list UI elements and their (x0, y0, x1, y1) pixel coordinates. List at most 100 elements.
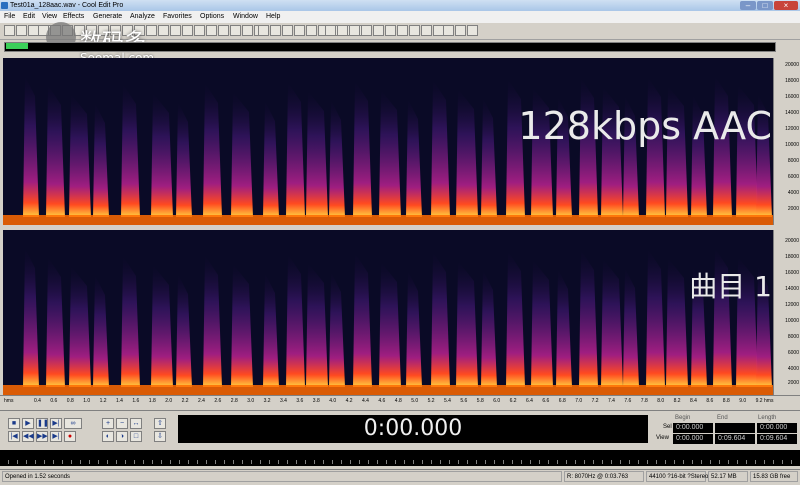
menu-generate[interactable]: Generate (93, 11, 122, 23)
toolbar-tool-icon[interactable] (230, 25, 241, 36)
level-tick (701, 460, 702, 464)
spectrogram-burst (69, 94, 91, 217)
toolbar-tool-icon[interactable] (385, 25, 396, 36)
zoom-vertical-in-icon[interactable]: ⇧ (154, 418, 166, 429)
level-tick (782, 460, 783, 464)
menu-edit[interactable]: Edit (23, 11, 35, 23)
toolbar-tool-icon[interactable] (325, 25, 336, 36)
sel-end-field[interactable] (715, 423, 755, 433)
toolbar-tool-icon[interactable] (373, 25, 384, 36)
toolbar-tool-icon[interactable] (146, 25, 157, 36)
spectrogram-burst (531, 260, 553, 387)
zoom-in-icon[interactable]: + (102, 418, 114, 429)
view-end-field[interactable]: 0:09.604 (715, 434, 755, 444)
freq-label: 20000 (785, 62, 799, 68)
toolbar-tool-icon[interactable] (242, 25, 253, 36)
freq-label: 12000 (785, 126, 799, 132)
toolbar-tool-icon[interactable] (170, 25, 181, 36)
toolbar-tool-icon[interactable] (4, 25, 15, 36)
fast-forward-button[interactable]: ▶▶ (36, 431, 48, 442)
zoom-selection-icon[interactable]: □ (130, 431, 142, 442)
view-length-field[interactable]: 0:09.604 (757, 434, 797, 444)
toolbar-tool-icon[interactable] (397, 25, 408, 36)
level-tick (179, 460, 180, 464)
toolbar-tool-icon[interactable] (282, 25, 293, 36)
go-to-start-button[interactable]: |◀ (8, 431, 20, 442)
toolbar-tool-icon[interactable] (206, 25, 217, 36)
toolbar-tool-icon[interactable] (158, 25, 169, 36)
view-begin-field[interactable]: 0:00.000 (673, 434, 713, 444)
toolbar-tool-icon[interactable] (361, 25, 372, 36)
spectrogram-burst (23, 76, 39, 217)
time-ruler[interactable]: hms hms 0.4 0.6 0.8 1.0 1.2 1.4 1.6 1.8 2.0 2.2 2.… (0, 395, 800, 408)
zoom-out-icon[interactable]: − (116, 418, 128, 429)
toolbar-tool-icon[interactable] (455, 25, 466, 36)
freq-label: 2000 (787, 380, 799, 386)
menu-file[interactable]: File (4, 11, 15, 23)
level-tick (566, 460, 567, 464)
toolbar-tool-icon[interactable] (421, 25, 432, 36)
level-tick (404, 460, 405, 464)
spectrogram-burst (666, 258, 688, 387)
zoom-right-icon[interactable]: ◑ (116, 431, 128, 442)
time-tick-label: 8.0 (657, 398, 665, 404)
sel-length-field[interactable]: 0:00.000 (757, 423, 797, 433)
toolbar-tool-icon[interactable] (294, 25, 305, 36)
level-tick (80, 460, 81, 464)
rewind-button[interactable]: ◀◀ (22, 431, 34, 442)
menu-analyze[interactable]: Analyze (130, 11, 155, 23)
spectrogram-burst (151, 93, 173, 217)
spectrogram-right-channel[interactable] (3, 230, 773, 395)
freq-label: 20000 (785, 238, 799, 244)
zoom-vertical-out-icon[interactable]: ⇩ (154, 431, 166, 442)
menu-favorites[interactable]: Favorites (163, 11, 192, 23)
toolbar-tool-icon[interactable] (258, 25, 269, 36)
menu-help[interactable]: Help (266, 11, 280, 23)
time-tick-label: 9.0 (739, 398, 747, 404)
play-to-end-button[interactable]: ▶| (50, 418, 62, 429)
toolbar-tool-icon[interactable] (349, 25, 360, 36)
pause-button[interactable]: ❚❚ (36, 418, 49, 429)
toolbar-tool-icon[interactable] (16, 25, 27, 36)
overview-visible-range[interactable] (6, 43, 28, 49)
play-button[interactable]: ▶ (22, 418, 34, 429)
spectrogram-burst (506, 79, 525, 217)
maximize-button[interactable]: □ (757, 1, 773, 10)
toolbar-tool-icon[interactable] (270, 25, 281, 36)
stop-button[interactable]: ■ (8, 418, 20, 429)
time-tick-label: 1.0 (83, 398, 91, 404)
menu-effects[interactable]: Effects (63, 11, 84, 23)
menu-view[interactable]: View (42, 11, 57, 23)
level-tick (620, 460, 621, 464)
toolbar-tool-icon[interactable] (443, 25, 454, 36)
time-tick-label: 3.6 (296, 398, 304, 404)
waveform-overview[interactable] (4, 42, 776, 52)
spectrogram-burst (353, 81, 372, 217)
sel-begin-field[interactable]: 0:00.000 (673, 423, 713, 433)
zoom-left-icon[interactable]: ◐ (102, 431, 114, 442)
loop-button[interactable]: ∞ (64, 418, 82, 429)
menu-options[interactable]: Options (200, 11, 224, 23)
level-tick (323, 460, 324, 464)
zoom-full-icon[interactable]: ↔ (130, 418, 142, 429)
minimize-button[interactable]: – (740, 1, 756, 10)
toolbar-tool-icon[interactable] (337, 25, 348, 36)
app-icon (1, 2, 8, 9)
toolbar-tool-icon[interactable] (467, 25, 478, 36)
level-tick (611, 460, 612, 464)
toolbar-tool-icon[interactable] (194, 25, 205, 36)
close-button[interactable]: × (774, 1, 798, 10)
toolbar-tool-icon[interactable] (409, 25, 420, 36)
time-tick-label: 2.0 (165, 398, 173, 404)
toolbar-tool-icon[interactable] (218, 25, 229, 36)
spectrogram-burst (601, 259, 623, 387)
toolbar-tool-icon[interactable] (306, 25, 317, 36)
go-to-end-button[interactable]: ▶| (50, 431, 62, 442)
level-tick (8, 460, 9, 464)
menu-window[interactable]: Window (233, 11, 258, 23)
record-button[interactable]: ● (64, 431, 76, 442)
toolbar-tool-icon[interactable] (182, 25, 193, 36)
level-tick (170, 460, 171, 464)
spectrogram-burst (431, 252, 450, 387)
spectrogram-burst (46, 85, 65, 217)
